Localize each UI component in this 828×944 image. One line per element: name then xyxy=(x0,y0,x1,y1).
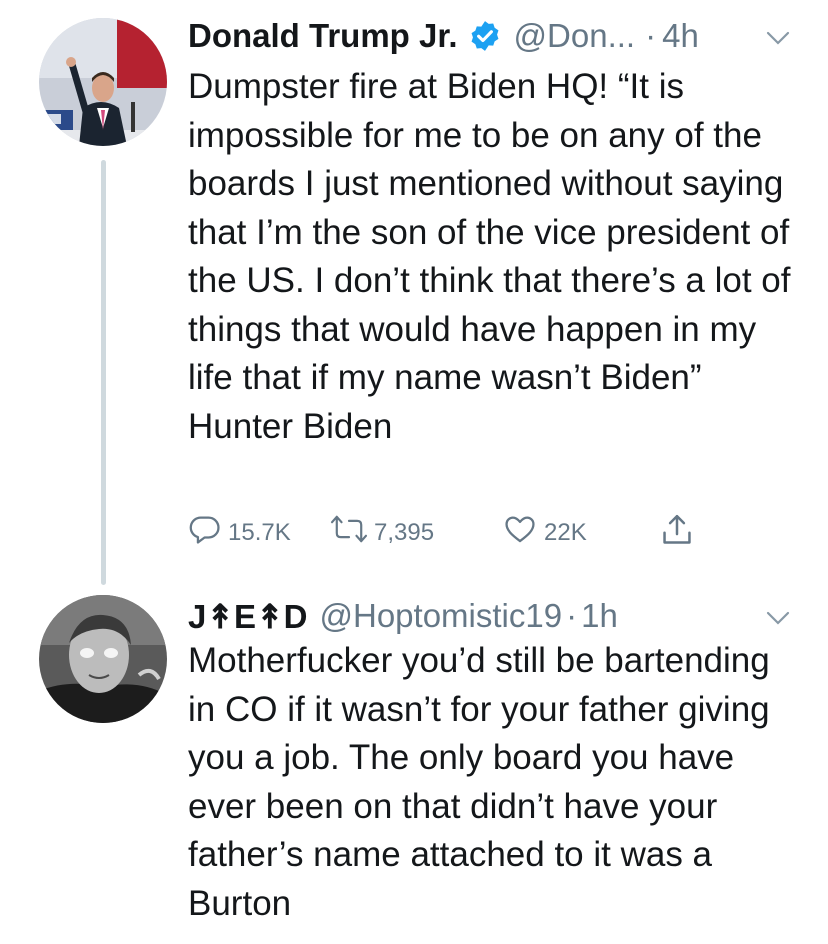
tweet-header: J↟E↟D @Hoptomistic19 · 1h xyxy=(188,594,788,638)
like-button[interactable]: 22K xyxy=(502,512,587,553)
reply-icon xyxy=(188,512,228,553)
action-bar: 15.7K 7,395 22K xyxy=(188,512,748,552)
verified-icon xyxy=(468,19,502,53)
tweet-2[interactable]: J↟E↟D @Hoptomistic19 · 1h Motherfucker y… xyxy=(0,590,828,944)
tweet-1[interactable]: Donald Trump Jr. @Don... · 4h Dumpster f… xyxy=(0,0,828,590)
chevron-down-icon[interactable] xyxy=(764,28,792,48)
author-name[interactable]: Donald Trump Jr. xyxy=(188,17,458,55)
author-handle[interactable]: @Hoptomistic19 xyxy=(320,597,563,635)
reply-button[interactable]: 15.7K xyxy=(188,512,291,553)
timestamp[interactable]: 1h xyxy=(581,597,618,635)
tweet-text: Motherfucker you’d still be bartending i… xyxy=(188,641,770,923)
share-button[interactable] xyxy=(660,512,700,555)
avatar[interactable] xyxy=(39,18,167,146)
author-handle[interactable]: @Don... xyxy=(514,17,636,55)
thread-line xyxy=(101,160,106,585)
like-count: 22K xyxy=(544,518,587,546)
tweet-header: Donald Trump Jr. @Don... · 4h xyxy=(188,14,788,58)
separator-dot: · xyxy=(645,17,657,54)
like-icon xyxy=(502,512,544,553)
timestamp[interactable]: 4h xyxy=(662,17,699,55)
chevron-down-icon[interactable] xyxy=(764,608,792,628)
avatar[interactable] xyxy=(39,595,167,723)
separator-dot: · xyxy=(566,597,578,634)
retweet-button[interactable]: 7,395 xyxy=(330,512,434,553)
retweet-icon xyxy=(330,512,374,553)
reply-count: 15.7K xyxy=(228,518,291,546)
retweet-count: 7,395 xyxy=(374,518,435,546)
author-name[interactable]: J↟E↟D xyxy=(188,597,308,636)
share-icon xyxy=(660,512,700,555)
tweet-text: Dumpster fire at Biden HQ! “It is imposs… xyxy=(188,67,791,446)
